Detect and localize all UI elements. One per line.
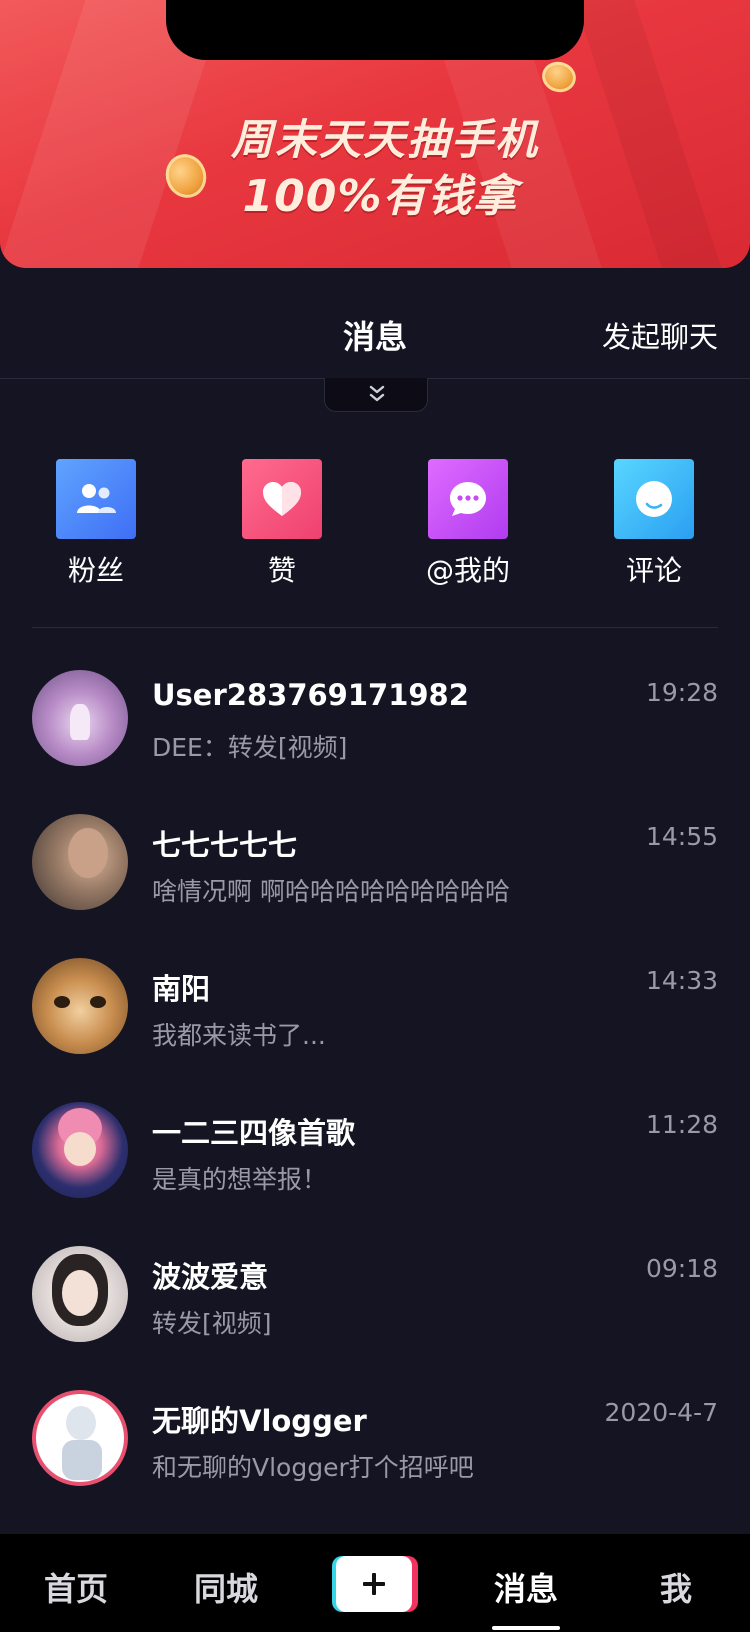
avatar[interactable] xyxy=(32,814,128,910)
quick-entry-label: 赞 xyxy=(267,554,296,587)
tab-home[interactable]: 首页 xyxy=(16,1564,136,1610)
avatar[interactable] xyxy=(32,670,128,766)
message-time: 19:28 xyxy=(645,678,718,707)
contact-name: 波波爱意 xyxy=(152,1260,269,1294)
quick-entry-fans[interactable]: 粉丝 xyxy=(56,459,136,589)
expand-banner-handle[interactable] xyxy=(324,378,428,412)
message-row[interactable]: User283769171982 DEE：转发[视频] 19:28 xyxy=(0,670,750,814)
message-preview: 转发[视频] xyxy=(152,1309,272,1338)
message-row[interactable]: 七七七七七 啥情况啊 啊哈哈哈哈哈哈哈哈哈 14:55 xyxy=(0,814,750,958)
banner-subheadline: 100%有钱拿 xyxy=(242,171,518,222)
bottom-tab-bar: 首页 同城 消息 我 xyxy=(0,1534,750,1632)
quick-entry-label: 粉丝 xyxy=(67,554,124,587)
comment-icon xyxy=(614,459,694,539)
avatar[interactable] xyxy=(32,958,128,1054)
quick-entry-label: @我的 xyxy=(425,554,510,587)
chat-bubble-icon xyxy=(428,459,508,539)
message-time: 09:18 xyxy=(645,1254,718,1283)
fans-icon xyxy=(56,459,136,539)
device-notch xyxy=(166,0,584,60)
quick-entry-label: 评论 xyxy=(625,554,682,587)
create-button[interactable] xyxy=(332,1556,418,1612)
message-time: 11:28 xyxy=(645,1110,718,1139)
quick-entry-likes[interactable]: 赞 xyxy=(242,459,322,589)
message-time: 14:55 xyxy=(645,822,718,851)
promo-banner[interactable]: 周末天天抽手机 100%有钱拿 xyxy=(0,0,750,268)
contact-name: 七七七七七 xyxy=(152,828,298,862)
message-preview: 啥情况啊 啊哈哈哈哈哈哈哈哈哈 xyxy=(152,877,510,906)
message-preview: DEE：转发[视频] xyxy=(152,733,348,762)
heart-icon xyxy=(242,459,322,539)
plus-icon xyxy=(336,1556,412,1612)
avatar[interactable] xyxy=(32,1390,128,1486)
quick-entry-comments[interactable]: 评论 xyxy=(614,459,694,589)
message-row[interactable]: 南阳 我都来读书了... 14:33 xyxy=(0,958,750,1102)
message-preview: 是真的想举报！ xyxy=(152,1165,328,1194)
start-chat-button[interactable]: 发起聊天 xyxy=(602,314,718,356)
avatar[interactable] xyxy=(32,1102,128,1198)
contact-name: 南阳 xyxy=(152,972,211,1006)
coin-icon xyxy=(538,58,580,96)
contact-name: 无聊的Vlogger xyxy=(152,1404,367,1438)
message-row[interactable]: 波波爱意 转发[视频] 09:18 xyxy=(0,1246,750,1390)
active-tab-indicator xyxy=(492,1626,560,1630)
message-preview: 和无聊的Vlogger打个招呼吧 xyxy=(152,1453,474,1482)
tab-messages[interactable]: 消息 xyxy=(466,1564,586,1610)
banner-headline: 周末天天抽手机 xyxy=(230,115,539,164)
message-time: 14:33 xyxy=(645,966,718,995)
message-time: 2020-4-7 xyxy=(604,1398,718,1427)
contact-name: User283769171982 xyxy=(152,678,469,712)
messages-screen: 周末天天抽手机 100%有钱拿 消息 发起聊天 粉丝 赞 @我的 评论 User… xyxy=(0,0,750,1632)
quick-entry-mentions[interactable]: @我的 xyxy=(426,459,510,589)
message-row[interactable]: 无聊的Vlogger 和无聊的Vlogger打个招呼吧 2020-4-7 xyxy=(0,1390,750,1534)
message-row[interactable]: 一二三四像首歌 是真的想举报！ 11:28 xyxy=(0,1102,750,1246)
section-divider xyxy=(32,627,718,628)
contact-name: 一二三四像首歌 xyxy=(152,1116,356,1150)
tab-nearby[interactable]: 同城 xyxy=(166,1564,286,1610)
message-preview: 我都来读书了... xyxy=(152,1021,326,1050)
avatar[interactable] xyxy=(32,1246,128,1342)
tab-me[interactable]: 我 xyxy=(616,1564,736,1610)
double-chevron-down-icon xyxy=(369,385,385,402)
